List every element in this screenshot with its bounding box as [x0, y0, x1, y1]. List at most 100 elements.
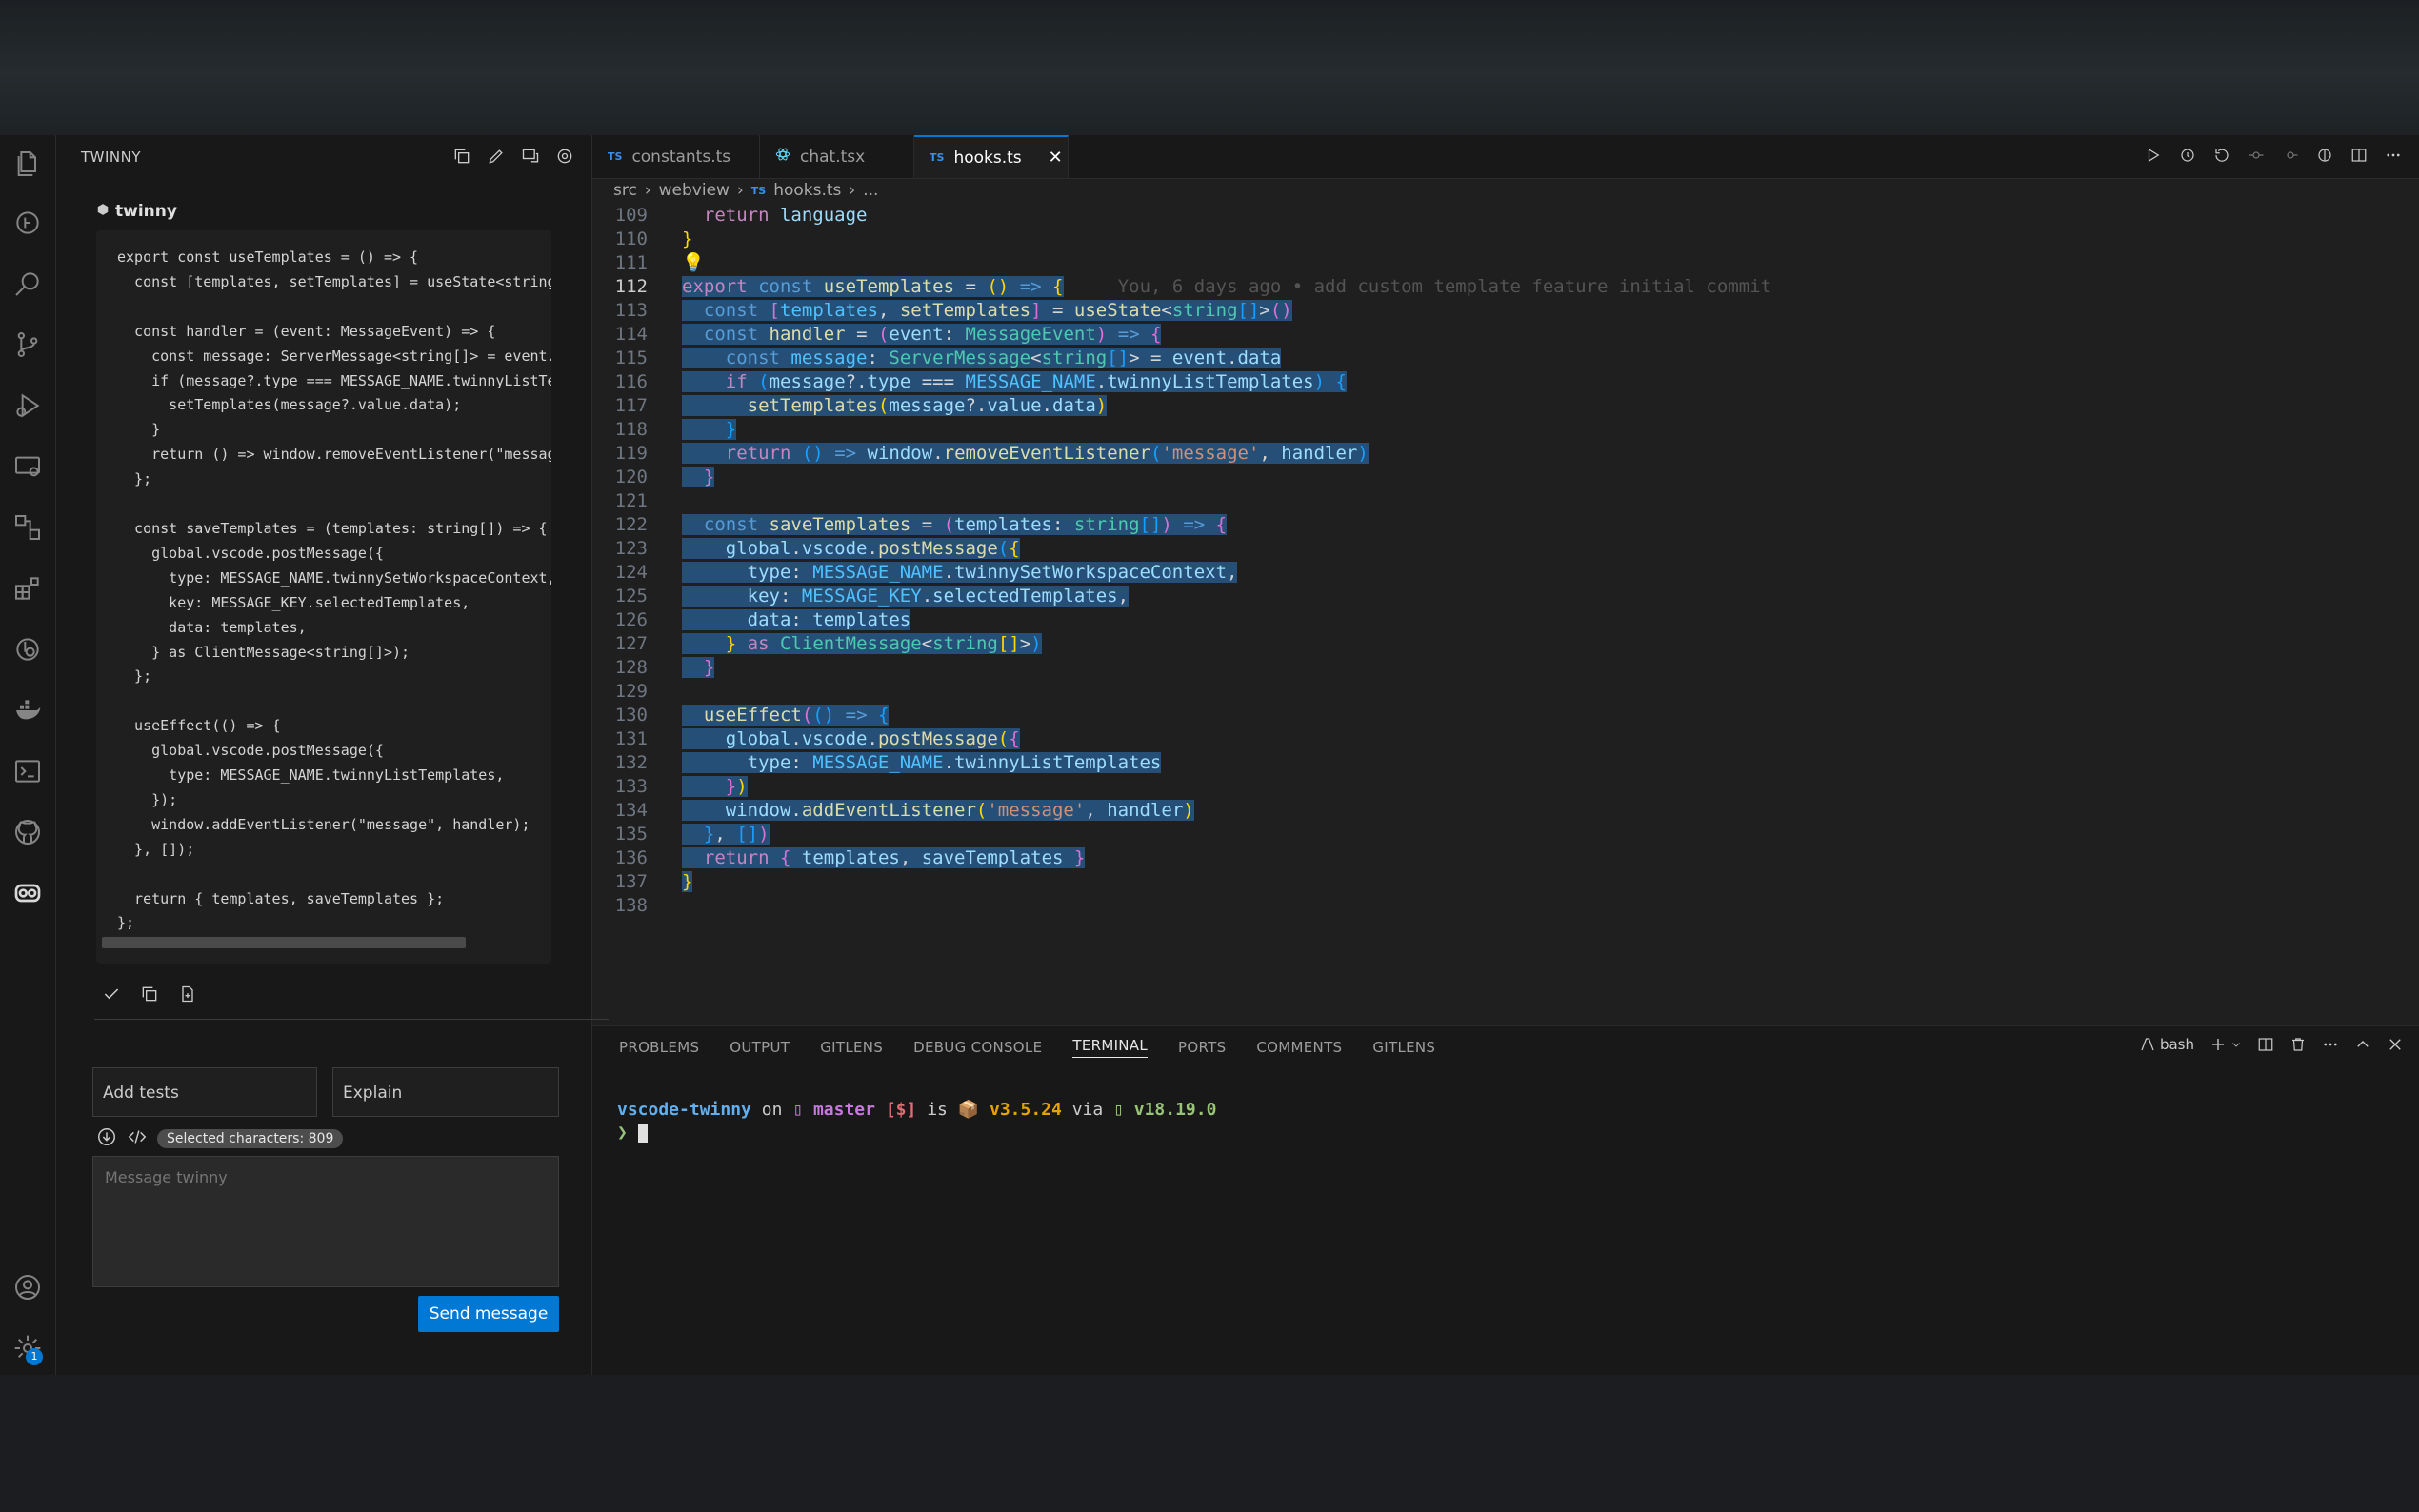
code-text: data: templates	[682, 608, 911, 632]
line-number: 122	[614, 514, 648, 535]
connections-icon[interactable]	[9, 508, 47, 547]
line-number: 124	[614, 562, 648, 583]
add-tests-button[interactable]: Add tests	[92, 1067, 317, 1117]
line-number: 110	[614, 229, 648, 249]
copy-icon[interactable]	[450, 145, 473, 168]
tab-chat[interactable]: chat.tsx	[760, 135, 914, 178]
prompt-on: on	[761, 1100, 783, 1120]
code-horizontal-scrollbar[interactable]	[102, 937, 466, 948]
prompt-arrow: ❯	[617, 1123, 628, 1143]
trash-icon[interactable]	[2289, 1036, 2307, 1053]
explain-button[interactable]: Explain	[332, 1067, 559, 1117]
run-icon[interactable]	[2143, 145, 2164, 166]
close-panel-icon[interactable]	[2387, 1036, 2404, 1053]
github-icon[interactable]	[9, 813, 47, 851]
run-debug-icon[interactable]	[9, 387, 47, 425]
maximize-panel-icon[interactable]	[2354, 1036, 2371, 1053]
editor-actions	[2143, 145, 2404, 166]
source-control-icon[interactable]	[9, 326, 47, 364]
terminal-shell-selector[interactable]: bash	[2139, 1036, 2194, 1053]
code-text: type: MESSAGE_NAME.twinnySetWorkspaceCon…	[682, 561, 1238, 585]
tab-gitlens[interactable]: GITLENS	[820, 1039, 883, 1056]
close-icon[interactable]: ✕	[1049, 148, 1063, 168]
tab-constants[interactable]: TS constants.ts	[592, 135, 760, 178]
next-change-icon[interactable]	[2280, 145, 2301, 166]
split-editor-icon[interactable]	[2349, 145, 2369, 166]
search-icon[interactable]	[9, 265, 47, 303]
settings-gear-icon[interactable]	[553, 145, 576, 168]
account-icon[interactable]	[9, 1268, 47, 1306]
more-icon[interactable]	[2322, 1036, 2339, 1053]
breadcrumb-file[interactable]: hooks.ts	[773, 181, 841, 200]
docker-icon[interactable]	[9, 691, 47, 729]
manage-gear-icon[interactable]: 1	[9, 1329, 47, 1367]
tab-terminal[interactable]: TERMINAL	[1072, 1037, 1149, 1058]
prev-change-icon[interactable]	[2246, 145, 2267, 166]
send-message-button[interactable]: Send message	[418, 1296, 559, 1332]
code-line: useEffect(() => {	[117, 717, 281, 735]
activity-bar: 1	[0, 135, 56, 1375]
twinny-icon[interactable]	[9, 874, 47, 912]
line-number: 138	[614, 895, 648, 916]
remote-explorer-icon[interactable]	[9, 448, 47, 486]
code-line: export const useTemplates = () => {	[117, 249, 419, 266]
code-text: }	[682, 229, 693, 249]
tab-ports[interactable]: PORTS	[1178, 1039, 1226, 1056]
line-number: 118	[614, 419, 648, 440]
tab-problems[interactable]: PROBLEMS	[619, 1039, 699, 1056]
typescript-icon: TS	[930, 151, 945, 164]
line-number: 113	[614, 300, 648, 321]
panel-actions: bash	[2139, 1036, 2404, 1053]
code-text: const message: ServerMessage<string[]> =…	[682, 347, 1282, 370]
copy-code-icon[interactable]	[138, 983, 161, 1005]
gitlens-icon[interactable]	[9, 630, 47, 668]
code-line: data: templates,	[117, 618, 307, 636]
code-line: };	[117, 667, 152, 686]
more-actions-icon[interactable]	[2383, 145, 2404, 166]
toggle-blame-icon[interactable]	[2314, 145, 2335, 166]
tab-output[interactable]: OUTPUT	[730, 1039, 790, 1056]
new-terminal-icon[interactable]	[2209, 1036, 2242, 1053]
code-line: type: MESSAGE_NAME.twinnySetWorkspaceCon…	[117, 568, 551, 587]
code-line: const [templates, setTemplates] = useSta…	[117, 272, 551, 290]
terminal-output[interactable]: vscode-twinny on ▯ master [$] is 📦 v3.5.…	[617, 1099, 1216, 1144]
breadcrumb-symbol[interactable]: ...	[863, 181, 878, 200]
download-circle-icon[interactable]	[96, 1126, 117, 1151]
line-number: 123	[614, 538, 648, 559]
history-icon[interactable]	[2177, 145, 2198, 166]
code-editor[interactable]: 109 return language 110} 111 💡 112 export …	[592, 204, 2411, 1070]
lightbulb-icon[interactable]: 💡	[682, 252, 705, 273]
breadcrumb-webview[interactable]: webview	[659, 181, 730, 200]
code-icon[interactable]	[127, 1126, 148, 1151]
code-line: global.vscode.postMessage({	[117, 742, 384, 760]
extensions-icon[interactable]	[9, 569, 47, 607]
git-blame-annotation: You, 6 days ago • add custom template fe…	[1117, 276, 1772, 297]
message-input[interactable]	[92, 1156, 559, 1287]
terminal-icon[interactable]	[9, 752, 47, 790]
breadcrumb-src[interactable]: src	[613, 181, 637, 200]
tab-gitlens-2[interactable]: GITLENS	[1372, 1039, 1435, 1056]
code-line: });	[117, 790, 178, 808]
explorer-icon[interactable]	[9, 145, 47, 183]
code-line: };	[117, 914, 135, 932]
tab-debug-console[interactable]: DEBUG CONSOLE	[913, 1039, 1042, 1056]
accept-check-icon[interactable]	[100, 983, 123, 1005]
divider	[94, 1019, 609, 1020]
selected-characters-badge: Selected characters: 809	[157, 1129, 344, 1148]
tab-comments[interactable]: COMMENTS	[1256, 1039, 1342, 1056]
revert-icon[interactable]	[2211, 145, 2232, 166]
tab-hooks[interactable]: TS hooks.ts ✕	[914, 135, 1069, 178]
breadcrumb: src › webview › TS hooks.ts › ...	[613, 181, 878, 200]
package-icon	[96, 202, 110, 221]
code-text: export const useTemplates = () => { You,…	[682, 276, 1772, 297]
code-text: }	[682, 466, 715, 489]
new-file-icon[interactable]	[176, 983, 199, 1005]
code-line: key: MESSAGE_KEY.selectedTemplates,	[117, 593, 470, 611]
line-number: 112	[614, 276, 648, 297]
edit-icon[interactable]	[485, 145, 508, 168]
split-terminal-icon[interactable]	[2257, 1036, 2274, 1053]
twinny-sidebar: TWINNY twinny export const useTemplates …	[56, 135, 609, 1375]
timeline-icon[interactable]	[9, 204, 47, 242]
new-chat-icon[interactable]	[519, 145, 542, 168]
code-text: window.addEventListener('message', handl…	[682, 799, 1194, 823]
